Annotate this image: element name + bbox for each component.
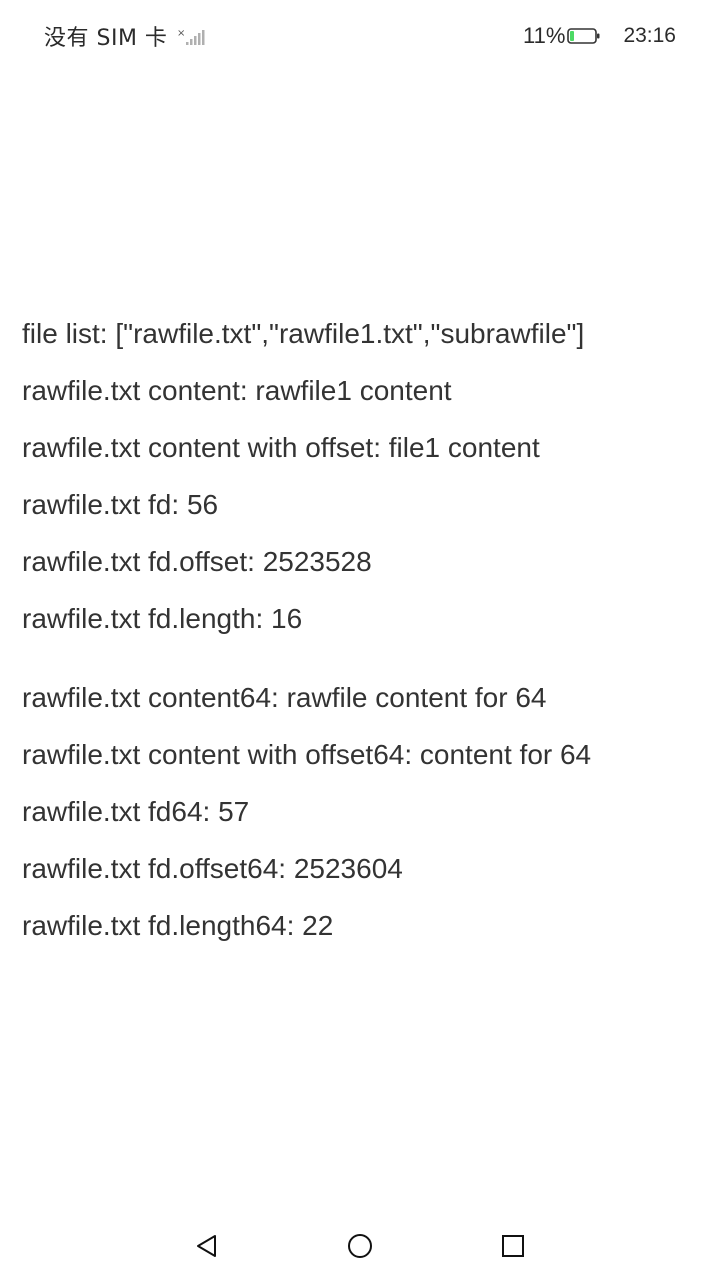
content64-line: rawfile.txt content64: rawfile content f… <box>22 682 547 713</box>
status-left: 没有 SIM 卡 × <box>44 20 207 52</box>
carrier-label: 没有 SIM 卡 <box>44 26 168 51</box>
fd-offset-line: rawfile.txt fd.offset: 2523528 <box>22 546 372 577</box>
status-right: 11% 23:16 <box>523 20 676 52</box>
signal-icon: × <box>177 25 207 47</box>
fd-offset64-line: rawfile.txt fd.offset64: 2523604 <box>22 853 403 884</box>
content-offset-line: rawfile.txt content with offset: file1 c… <box>22 432 540 463</box>
battery-icon <box>567 26 601 46</box>
clock: 23:16 <box>623 24 676 47</box>
status-bar: 没有 SIM 卡 × 11% 23:16 <box>0 0 720 72</box>
home-circle-icon <box>348 1234 372 1258</box>
svg-text:×: × <box>177 28 185 39</box>
battery-percent: 11% <box>523 23 566 48</box>
recent-apps-button[interactable] <box>495 1228 531 1264</box>
back-button[interactable] <box>189 1228 225 1264</box>
content-offset64-line: rawfile.txt content with offset64: conte… <box>22 739 592 770</box>
rawfile-output: file list: ["rawfile.txt","rawfile1.txt"… <box>22 305 702 954</box>
navigation-bar <box>0 1210 720 1280</box>
content-line: rawfile.txt content: rawfile1 content <box>22 375 452 406</box>
fd-line: rawfile.txt fd: 56 <box>22 489 219 520</box>
battery-indicator: 11% <box>523 23 601 49</box>
fd-length-line: rawfile.txt fd.length: 16 <box>22 603 303 634</box>
fd-length64-line: rawfile.txt fd.length64: 22 <box>22 910 334 941</box>
file-list-line: file list: ["rawfile.txt","rawfile1.txt"… <box>22 318 585 349</box>
recent-apps-square-icon <box>502 1235 524 1257</box>
back-triangle-icon <box>197 1235 216 1257</box>
home-button[interactable] <box>342 1228 378 1264</box>
fd64-line: rawfile.txt fd64: 57 <box>22 796 250 827</box>
